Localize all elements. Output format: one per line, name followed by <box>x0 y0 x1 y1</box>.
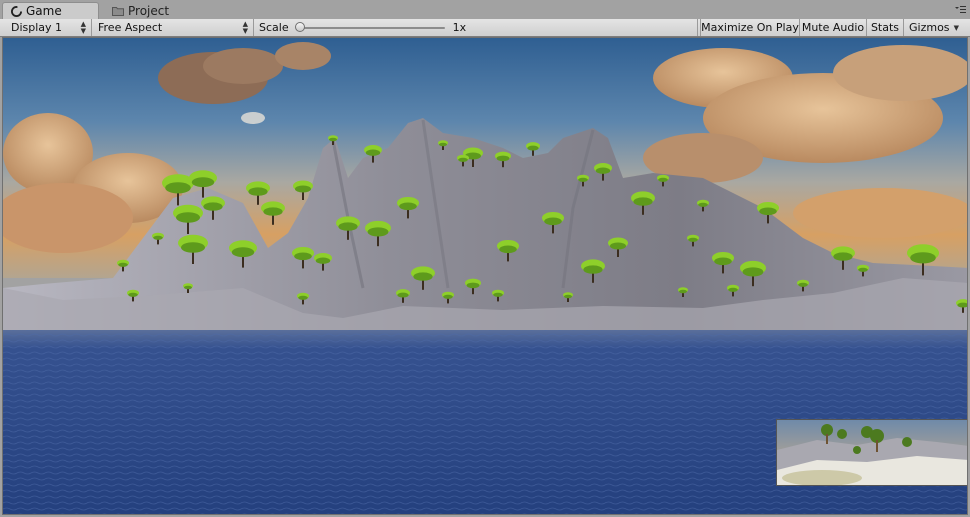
maximize-on-play-label: Maximize On Play <box>701 21 799 34</box>
tab-project[interactable]: Project <box>104 2 194 19</box>
display-label: Display 1 <box>11 21 63 34</box>
scale-slider-thumb[interactable] <box>294 21 305 32</box>
scale-label: Scale <box>259 21 289 34</box>
tab-game[interactable]: Game <box>2 2 99 19</box>
stats-button[interactable]: Stats <box>867 19 904 36</box>
up-down-arrows-icon: ▲ ▼ <box>242 19 248 35</box>
folder-icon <box>112 6 124 16</box>
game-viewport[interactable] <box>2 37 968 515</box>
aspect-label: Free Aspect <box>98 21 163 34</box>
menu-icon[interactable] <box>954 4 966 16</box>
gizmos-dropdown[interactable]: Gizmos ▼ <box>904 19 964 36</box>
gizmos-label: Gizmos <box>909 21 950 34</box>
chevron-down-icon: ▼ <box>953 23 959 32</box>
unity-logo-icon <box>11 5 22 17</box>
game-view-window: Game Project Display 1 ▲ ▼ Free Aspect ▲ ▼… <box>0 0 970 517</box>
scale-control: Scale 1x <box>254 19 698 36</box>
maximize-on-play-button[interactable]: Maximize On Play <box>700 19 800 36</box>
scale-value: 1x <box>452 21 467 34</box>
tab-project-label: Project <box>128 3 170 18</box>
display-dropdown[interactable]: Display 1 ▲ ▼ <box>6 19 92 36</box>
minimap-scene <box>777 420 967 485</box>
mute-audio-button[interactable]: Mute Audio <box>800 19 867 36</box>
scale-slider[interactable] <box>294 21 445 32</box>
aspect-dropdown[interactable]: Free Aspect ▲ ▼ <box>93 19 254 36</box>
up-down-arrows-icon: ▲ ▼ <box>80 19 86 35</box>
game-toolbar: Display 1 ▲ ▼ Free Aspect ▲ ▼ Scale 1x Max… <box>0 19 970 37</box>
tab-game-label: Game <box>26 4 62 18</box>
stats-label: Stats <box>870 21 900 34</box>
minimap-camera-view <box>776 419 967 486</box>
tab-bar: Game Project <box>0 0 970 20</box>
mute-audio-label: Mute Audio <box>801 21 865 34</box>
